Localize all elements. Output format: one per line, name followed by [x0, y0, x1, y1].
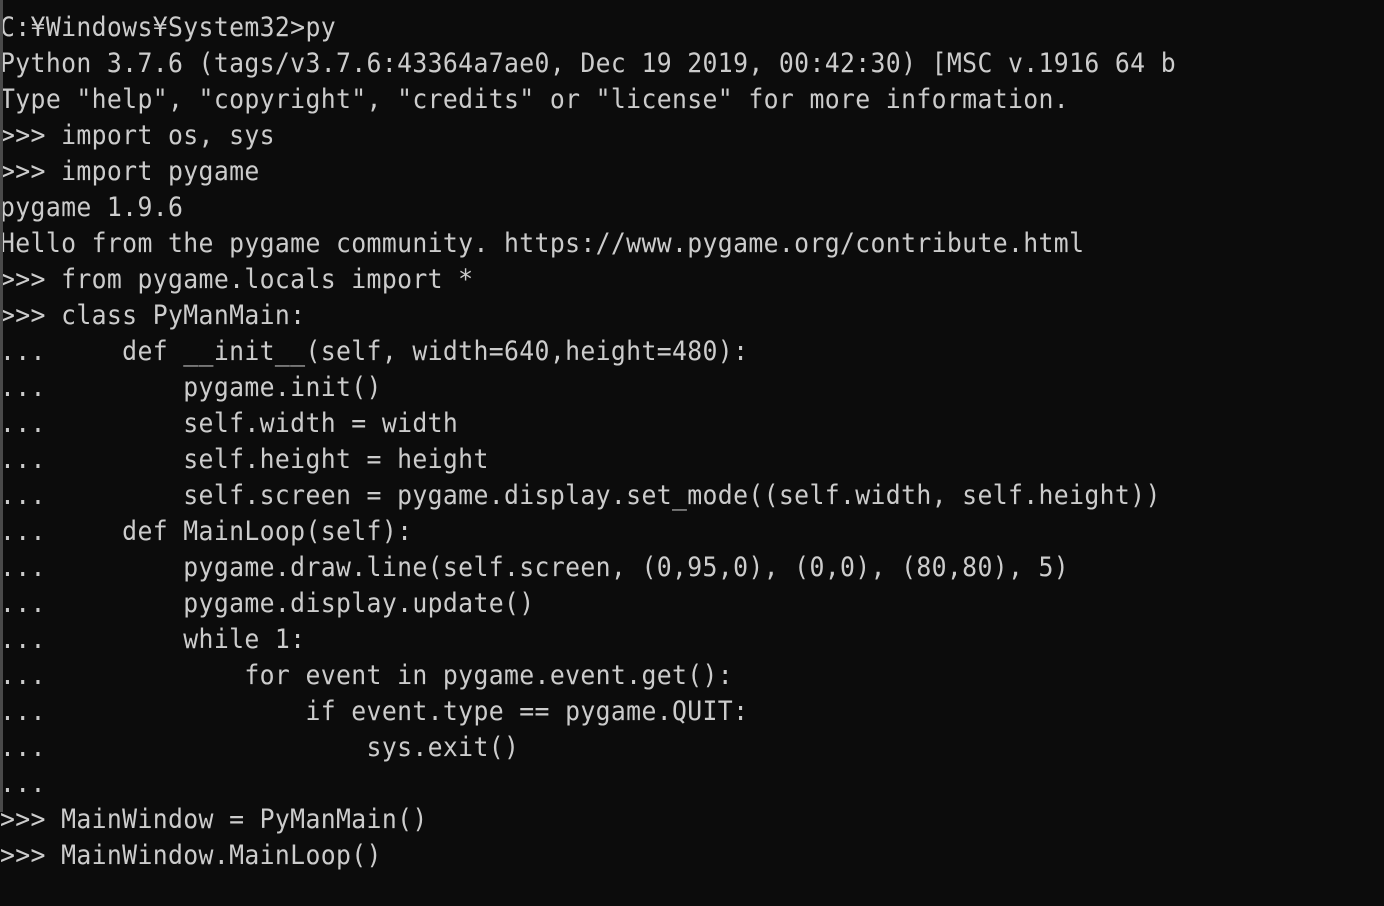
terminal-line: >>> import os, sys	[0, 120, 275, 151]
terminal-line: ... if event.type == pygame.QUIT:	[0, 696, 749, 727]
terminal-line: ...	[0, 768, 46, 799]
terminal-line: C:¥Windows¥System32>py	[0, 12, 337, 43]
terminal-line: ... self.height = height	[0, 444, 489, 475]
terminal-line: >>> import pygame	[0, 156, 260, 187]
terminal-line: pygame 1.9.6	[0, 192, 184, 223]
terminal-screen-buffer[interactable]: C:¥Windows¥System32>py Python 3.7.6 (tag…	[0, 0, 1384, 906]
terminal-line: ... def MainLoop(self):	[0, 516, 413, 547]
terminal-line: >>> from pygame.locals import *	[0, 264, 474, 295]
terminal-line: ... while 1:	[0, 624, 306, 655]
terminal-line: ... pygame.draw.line(self.screen, (0,95,…	[0, 552, 1070, 583]
scrollbar-sliver[interactable]	[0, 0, 3, 812]
terminal-line: ... sys.exit()	[0, 732, 520, 763]
command-prompt-window[interactable]: C:¥Windows¥System32>py Python 3.7.6 (tag…	[0, 0, 1384, 906]
terminal-line: >>> MainWindow.MainLoop()	[0, 840, 382, 871]
terminal-line: Python 3.7.6 (tags/v3.7.6:43364a7ae0, De…	[0, 48, 1176, 79]
terminal-line: ... for event in pygame.event.get():	[0, 660, 734, 691]
terminal-line: >>> class PyManMain:	[0, 300, 306, 331]
terminal-line: ... def __init__(self, width=640,height=…	[0, 336, 749, 367]
terminal-line: ... self.width = width	[0, 408, 459, 439]
terminal-line: ... self.screen = pygame.display.set_mod…	[0, 480, 1161, 511]
terminal-line: Hello from the pygame community. https:/…	[0, 228, 1085, 259]
terminal-line: ... pygame.display.update()	[0, 588, 535, 619]
terminal-line: ... pygame.init()	[0, 372, 382, 403]
terminal-line: >>> MainWindow = PyManMain()	[0, 804, 428, 835]
terminal-line: Type "help", "copyright", "credits" or "…	[0, 84, 1070, 115]
